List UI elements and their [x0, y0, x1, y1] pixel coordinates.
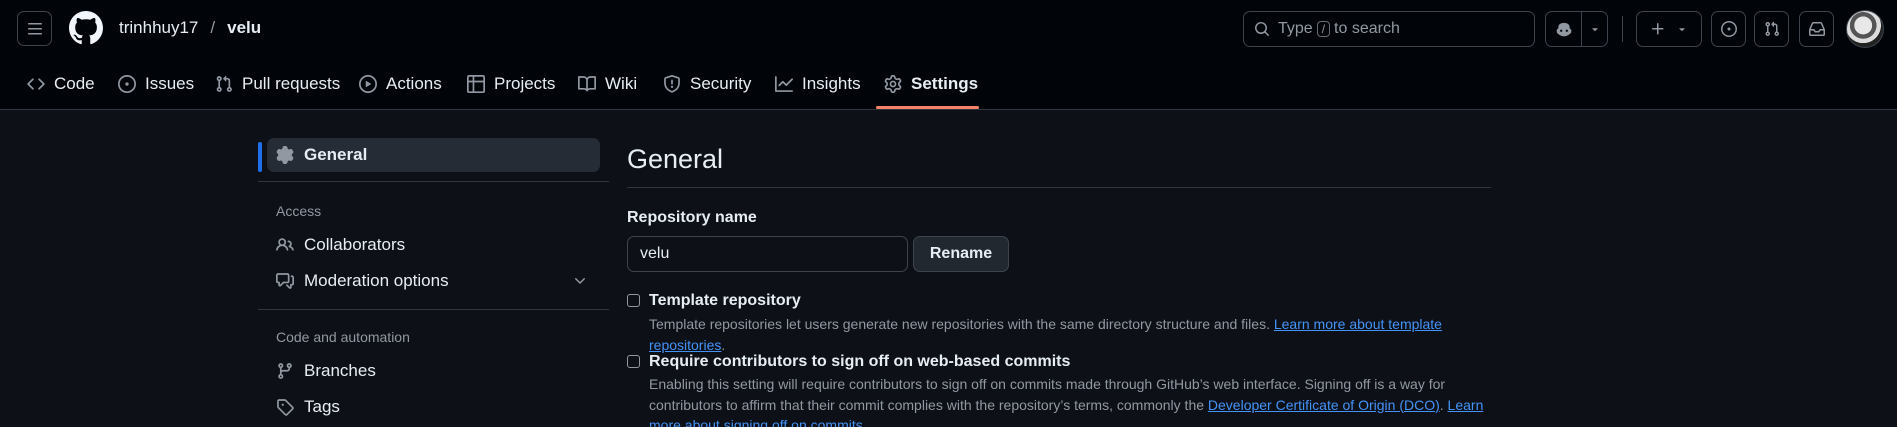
create-new-button[interactable] — [1636, 11, 1702, 47]
sidebar-item-collaborators[interactable]: Collaborators — [267, 228, 600, 262]
tab-label: Code — [54, 74, 95, 93]
tab-actions[interactable]: Actions — [359, 58, 442, 110]
tab-label: Issues — [145, 74, 195, 93]
top-bar: trinhhuy17 / velu Type / to search — [0, 0, 1897, 58]
hamburger-icon — [27, 22, 42, 34]
tab-label: Insights — [802, 74, 861, 93]
play-icon — [359, 75, 377, 93]
template-desc-text: Template repositories let users generate… — [649, 316, 1270, 332]
repo-link[interactable]: velu — [227, 18, 261, 38]
tab-insights[interactable]: Insights — [775, 58, 861, 110]
pull-request-icon — [1764, 21, 1779, 37]
tab-label: Settings — [911, 74, 979, 93]
pull-requests-button[interactable] — [1754, 11, 1789, 47]
tab-pull-requests[interactable]: Pull requests — [215, 58, 340, 110]
tab-wiki[interactable]: Wiki — [578, 58, 637, 110]
signoff-description: Enabling this setting will require contr… — [649, 374, 1489, 427]
repo-nav-tabs: Code Issues Pull requests Actions Projec… — [0, 58, 1897, 110]
branch-icon — [278, 363, 292, 379]
template-repository-title: Template repository — [649, 292, 801, 309]
gear-icon — [276, 146, 294, 164]
sidebar-heading-access: Access — [276, 203, 322, 219]
sidebar-item-tags[interactable]: Tags — [267, 390, 600, 424]
active-tab-underline — [876, 106, 979, 109]
template-desc-end: . — [721, 336, 726, 353]
owner-link[interactable]: trinhhuy17 — [119, 18, 198, 38]
tab-label: Wiki — [605, 74, 638, 93]
search-input[interactable]: Type / to search — [1243, 11, 1535, 47]
sidebar-item-general[interactable]: General — [267, 138, 600, 172]
tag-icon — [277, 399, 294, 416]
chevron-down-icon — [575, 278, 585, 284]
sidebar-item-label: Tags — [304, 397, 340, 416]
tab-label: Pull requests — [242, 74, 341, 93]
tab-label: Actions — [386, 74, 442, 93]
repository-name-label: Repository name — [627, 209, 757, 226]
comment-discussion-icon — [276, 273, 294, 289]
code-icon — [27, 78, 45, 90]
breadcrumb: trinhhuy17 / velu — [119, 18, 261, 38]
sidebar-heading-code-automation: Code and automation — [276, 329, 410, 345]
signoff-title: Require contributors to sign off on web-… — [649, 353, 1071, 370]
sidebar-divider — [258, 181, 609, 182]
tab-settings[interactable]: Settings — [884, 58, 978, 110]
tab-code[interactable]: Code — [27, 58, 95, 110]
avatar[interactable] — [1846, 10, 1884, 48]
people-icon — [276, 238, 294, 251]
sidebar-item-label: Moderation options — [304, 271, 449, 290]
triangle-down-icon — [1679, 28, 1685, 32]
issue-icon — [118, 75, 136, 93]
sidebar-item-label: Branches — [304, 361, 376, 380]
tab-projects[interactable]: Projects — [467, 58, 555, 110]
repository-name-input[interactable] — [627, 236, 908, 272]
title-divider — [627, 187, 1491, 188]
template-repository-checkbox[interactable] — [627, 294, 640, 307]
plus-icon — [1652, 23, 1664, 35]
app-header: trinhhuy17 / velu Type / to search Code … — [0, 0, 1897, 110]
inbox-icon — [1808, 22, 1825, 36]
sidebar-item-moderation[interactable]: Moderation options — [267, 264, 600, 298]
issue-icon — [1720, 21, 1737, 37]
breadcrumb-separator: / — [210, 18, 216, 37]
search-shortcut-key: / — [1316, 21, 1331, 37]
github-logo-icon[interactable] — [69, 11, 103, 45]
inbox-button[interactable] — [1799, 11, 1834, 47]
rename-button[interactable]: Rename — [913, 236, 1009, 272]
sidebar-item-label: Collaborators — [304, 235, 406, 254]
menu-button[interactable] — [17, 11, 52, 46]
dco-link[interactable]: Developer Certificate of Origin (DCO) — [1208, 397, 1440, 413]
template-repository-description: Template repositories let users generate… — [649, 314, 1489, 355]
book-icon — [578, 76, 596, 92]
tab-security[interactable]: Security — [663, 58, 751, 110]
shield-icon — [664, 75, 680, 93]
header-divider — [1622, 16, 1623, 42]
search-placeholder-prefix: Type — [1278, 20, 1313, 37]
sidebar-item-branches[interactable]: Branches — [267, 354, 600, 388]
copilot-icon — [1556, 22, 1571, 37]
copilot-button[interactable] — [1545, 11, 1582, 47]
issues-button[interactable] — [1711, 11, 1746, 47]
graph-icon — [775, 76, 793, 92]
sidebar-active-indicator — [258, 142, 262, 172]
tab-issues[interactable]: Issues — [118, 58, 194, 110]
signoff-desc-mid: . — [1439, 396, 1444, 413]
page-title: General — [627, 144, 724, 174]
tab-label: Security — [690, 74, 752, 93]
pull-request-icon — [216, 75, 232, 92]
gear-icon — [884, 75, 902, 93]
search-icon — [1255, 22, 1270, 37]
search-placeholder-suffix: to search — [1334, 20, 1400, 37]
sidebar-item-label: General — [304, 145, 368, 164]
signoff-desc-end: . — [862, 417, 867, 427]
copilot-menu-button[interactable] — [1581, 11, 1608, 47]
triangle-down-icon — [1591, 28, 1598, 32]
signoff-checkbox[interactable] — [627, 355, 640, 368]
table-icon — [467, 75, 485, 93]
tab-label: Projects — [494, 74, 556, 93]
sidebar-divider — [258, 309, 609, 310]
